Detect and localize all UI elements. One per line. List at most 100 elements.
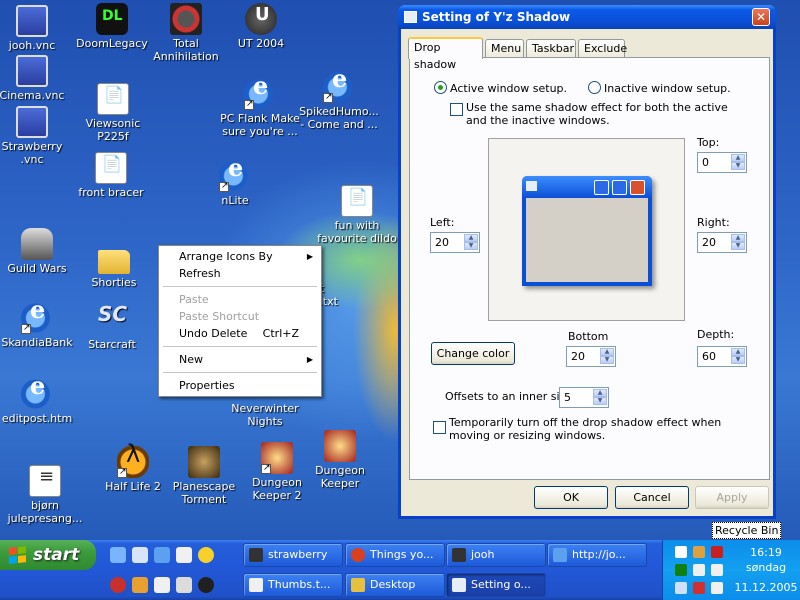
quicklaunch-explorer-icon[interactable] — [132, 547, 148, 563]
desktop-icon-total-annihilation[interactable]: Total Annihilation — [146, 3, 226, 63]
cancel-button[interactable]: Cancel — [615, 486, 689, 509]
spinner-buttons[interactable]: ▲ ▼ — [600, 348, 614, 365]
desktop-icon-viewsonic[interactable]: Viewsonic P225f — [73, 83, 153, 143]
same-effect-label[interactable]: Use the same shadow effect for both the … — [466, 101, 736, 127]
quicklaunch-app-icon[interactable] — [176, 547, 192, 563]
icon-label: bjørn julepresang... — [7, 499, 83, 525]
desktop-icon-fun-with[interactable]: fun with favourite dildo — [317, 185, 397, 245]
desktop-icon-jooh-vnc[interactable]: jooh.vnc — [0, 5, 72, 52]
temp-off-checkbox[interactable] — [433, 421, 446, 434]
depth-spinner[interactable]: 60 ▲ ▼ — [697, 346, 747, 367]
clock[interactable]: 16:19 søndag 11.12.2005 — [733, 545, 799, 595]
spin-up-icon[interactable]: ▲ — [731, 234, 745, 242]
change-color-button[interactable]: Change color — [431, 342, 515, 365]
tray-app-icon[interactable] — [711, 582, 723, 594]
tray-app-icon[interactable] — [693, 582, 705, 594]
inactive-window-label[interactable]: Inactive window setup. — [604, 82, 731, 95]
close-button[interactable]: ✕ — [752, 8, 770, 26]
start-button[interactable]: start — [0, 540, 96, 570]
tray-app-icon[interactable] — [711, 546, 723, 558]
active-window-label[interactable]: Active window setup. — [450, 82, 567, 95]
quicklaunch-media-icon[interactable] — [198, 547, 214, 563]
quicklaunch-app-icon[interactable] — [176, 577, 192, 593]
quicklaunch-app-icon[interactable] — [154, 577, 170, 593]
spin-up-icon[interactable]: ▲ — [593, 389, 607, 397]
desktop-icon-starcraft[interactable]: Starcraft — [72, 304, 152, 351]
tray-volume-icon[interactable] — [711, 564, 723, 576]
desktop-icon-guild-wars[interactable]: Guild Wars — [0, 228, 77, 275]
tray-app-icon[interactable] — [693, 546, 705, 558]
desktop-icon-nlite[interactable]: nLite — [195, 160, 275, 207]
ok-button[interactable]: OK — [534, 486, 608, 509]
spin-down-icon[interactable]: ▼ — [464, 242, 478, 250]
tab-menu[interactable]: Menu — [485, 39, 524, 58]
menu-item-new[interactable]: New ▶ — [161, 351, 319, 368]
tab-exclude[interactable]: Exclude — [578, 39, 627, 58]
offsets-spinner[interactable]: 5 ▲ ▼ — [559, 387, 609, 408]
tray-network-icon[interactable] — [675, 546, 687, 558]
spin-down-icon[interactable]: ▼ — [731, 356, 745, 364]
task-jooh[interactable]: jooh — [446, 543, 546, 567]
desktop-icon-shorties[interactable]: Shorties — [74, 242, 154, 289]
spinner-buttons[interactable]: ▲ ▼ — [731, 154, 745, 171]
tray-app-icon[interactable] — [675, 582, 687, 594]
menu-item-refresh[interactable]: Refresh — [161, 265, 319, 282]
right-spinner[interactable]: 20 ▲ ▼ — [697, 232, 747, 253]
tray-app-icon[interactable] — [693, 564, 705, 576]
spinner-buttons[interactable]: ▲ ▼ — [731, 234, 745, 251]
desktop-icon-pc-flank[interactable]: PC Flank Make sure you're ... — [220, 78, 300, 138]
desktop-icon-cinema-vnc[interactable]: Cinema.vnc — [0, 55, 72, 102]
spin-up-icon[interactable]: ▲ — [731, 348, 745, 356]
menu-item-arrange-icons[interactable]: Arrange Icons By ▶ — [161, 248, 319, 265]
quicklaunch-show-desktop-icon[interactable] — [110, 547, 126, 563]
left-spinner[interactable]: 20 ▲ ▼ — [430, 232, 480, 253]
task-thumbs[interactable]: Thumbs.t... — [243, 573, 343, 597]
spin-up-icon[interactable]: ▲ — [731, 154, 745, 162]
desktop-icon-bjorn[interactable]: bjørn julepresang... — [5, 465, 85, 525]
task-things-you[interactable]: Things yo... — [345, 543, 445, 567]
temp-off-label[interactable]: Temporarily turn off the drop shadow eff… — [449, 416, 749, 442]
desktop-icon-doomlegacy[interactable]: DoomLegacy — [72, 3, 152, 50]
spinner-buttons[interactable]: ▲ ▼ — [593, 389, 607, 406]
bottom-spinner[interactable]: 20 ▲ ▼ — [566, 346, 616, 367]
task-http[interactable]: http://jo... — [547, 543, 647, 567]
task-strawberry[interactable]: strawberry — [243, 543, 343, 567]
desktop[interactable]: jooh.vnc Cinema.vnc Strawberry .vnc Guil… — [0, 0, 800, 540]
same-effect-checkbox[interactable] — [450, 103, 463, 116]
task-desktop[interactable]: Desktop — [345, 573, 445, 597]
spinner-buttons[interactable]: ▲ ▼ — [731, 348, 745, 365]
quicklaunch-firefox-icon[interactable] — [110, 577, 126, 593]
tab-taskbar[interactable]: Taskbar — [526, 39, 576, 58]
menu-item-properties[interactable]: Properties — [161, 377, 319, 394]
spin-down-icon[interactable]: ▼ — [731, 162, 745, 170]
tray-app-icon[interactable] — [675, 564, 687, 576]
desktop-icon-editpost[interactable]: editpost.htm — [0, 378, 77, 425]
desktop-icon-planescape[interactable]: Planescape Torment — [164, 446, 244, 506]
spin-up-icon[interactable]: ▲ — [600, 348, 614, 356]
quicklaunch-ie-icon[interactable] — [154, 547, 170, 563]
task-setting-of[interactable]: Setting o... — [446, 573, 546, 597]
spin-down-icon[interactable]: ▼ — [731, 242, 745, 250]
desktop-icon-dungeon-keeper[interactable]: Dungeon Keeper — [300, 430, 380, 490]
desktop-icon-spikedhumor[interactable]: SpikedHumo... - Come and ... — [299, 71, 379, 131]
desktop-icon-front-bracer[interactable]: front bracer — [71, 152, 151, 199]
recycle-bin-label[interactable]: Recycle Bin — [712, 522, 782, 539]
menu-item-undo-delete[interactable]: Undo Delete Ctrl+Z — [161, 325, 319, 342]
active-window-radio[interactable] — [434, 81, 447, 94]
spinner-buttons[interactable]: ▲ ▼ — [464, 234, 478, 251]
spin-down-icon[interactable]: ▼ — [600, 356, 614, 364]
spin-down-icon[interactable]: ▼ — [593, 397, 607, 405]
desktop-icon-ut2004[interactable]: UT 2004 — [221, 3, 301, 50]
dialog-titlebar[interactable]: Setting of Y'z Shadow ✕ — [398, 5, 776, 29]
spin-up-icon[interactable]: ▲ — [464, 234, 478, 242]
tab-drop-shadow[interactable]: Drop shadow — [408, 37, 483, 71]
quicklaunch-app-icon[interactable] — [198, 577, 214, 593]
inactive-window-radio[interactable] — [588, 81, 601, 94]
quicklaunch-tool-icon[interactable] — [132, 577, 148, 593]
desktop-icon-skandiabank[interactable]: SkandiaBank — [0, 302, 77, 349]
top-spinner[interactable]: 0 ▲ ▼ — [697, 152, 747, 173]
desktop-icon-neverwinter[interactable]: Neverwinter Nights — [225, 402, 305, 428]
desktop-icon-strawberry-vnc[interactable]: Strawberry .vnc — [0, 106, 72, 166]
document-icon — [95, 152, 127, 184]
desktop-icon-half-life-2[interactable]: Half Life 2 — [93, 446, 173, 493]
